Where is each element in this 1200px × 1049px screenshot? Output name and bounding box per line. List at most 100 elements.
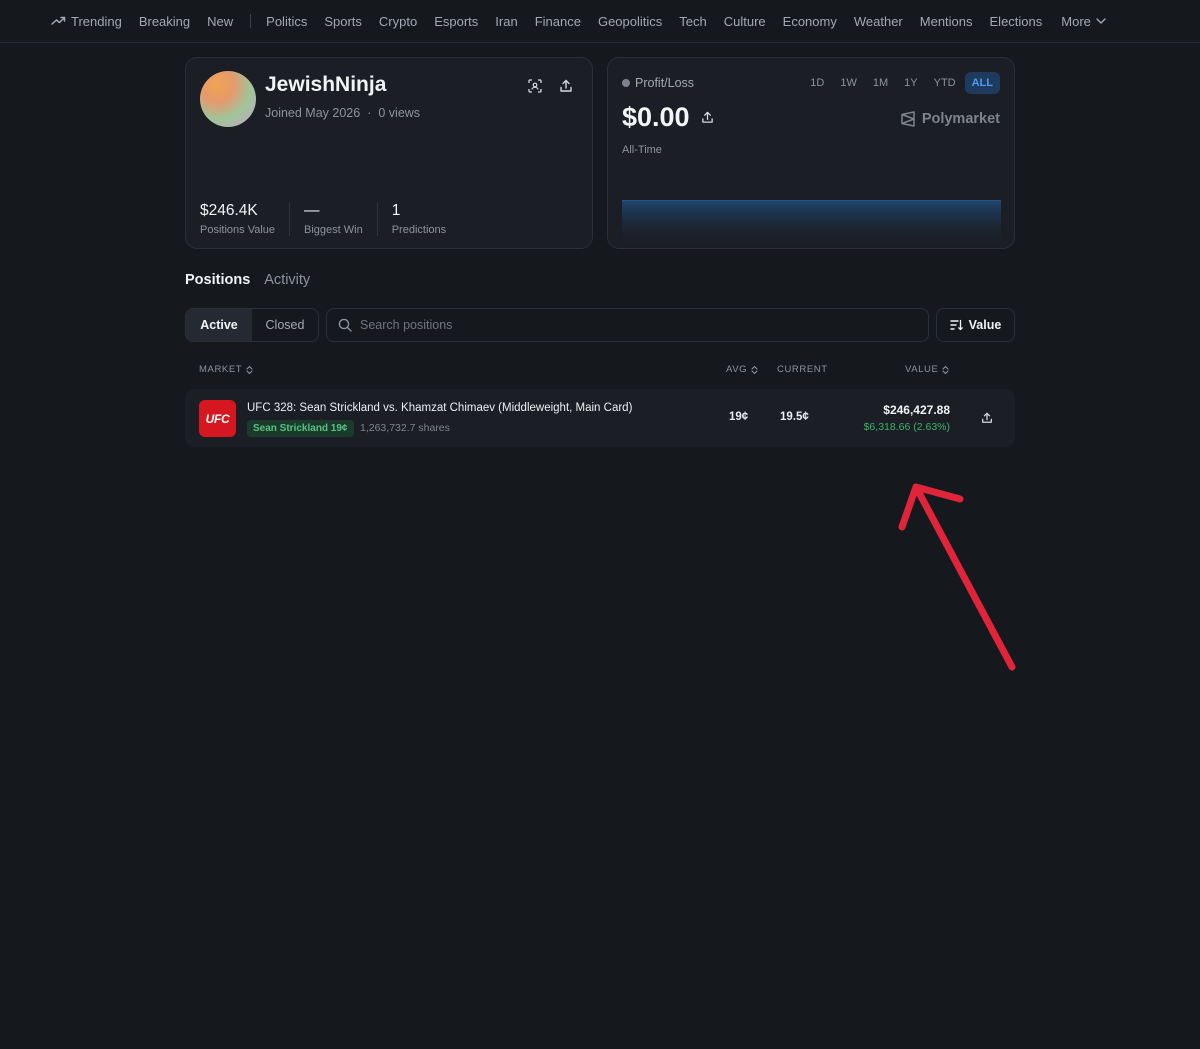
share-count: 1,263,732.7 shares [360, 422, 450, 434]
chevron-down-icon [1096, 18, 1106, 24]
nav-breaking-label: Breaking [138, 13, 191, 29]
avatar [200, 71, 256, 127]
status-dot-icon [622, 79, 630, 87]
nav-culture[interactable]: Culture [724, 14, 766, 29]
pnl-value: $0.00 [622, 102, 714, 133]
nav-sports-label: Sports [324, 13, 362, 29]
joined-date: Joined May 2026 [265, 106, 361, 120]
stat-positions-value: $246.4K Positions Value [200, 202, 291, 236]
share-icon[interactable] [557, 77, 575, 95]
nav-geopolitics[interactable]: Geopolitics [598, 14, 662, 29]
sort-arrows-icon [751, 365, 758, 374]
meta-separator: · [367, 106, 372, 120]
nav-economy[interactable]: Economy [783, 14, 837, 29]
sort-arrows-icon [246, 365, 253, 374]
range-all[interactable]: ALL [964, 72, 1000, 94]
market-title[interactable]: UFC 328: Sean Strickland vs. Khamzat Chi… [247, 402, 632, 414]
nav-tech-label: Tech [679, 13, 707, 29]
filter-active-button[interactable]: Active [186, 309, 252, 341]
nav-finance-label: Finance [534, 13, 581, 29]
column-header-label: MARKET [199, 364, 243, 375]
column-header-label: AVG [726, 364, 748, 375]
nav-breaking[interactable]: Breaking [139, 14, 190, 29]
avg-price: 19¢ [729, 411, 749, 423]
column-header-current: CURRENT [777, 364, 828, 375]
nav-mentions-label: Mentions [919, 13, 973, 29]
column-header-avg[interactable]: AVG [726, 364, 758, 375]
nav-trending[interactable]: Trending [51, 14, 122, 29]
table-row[interactable]: UFC UFC 328: Sean Strickland vs. Khamzat… [185, 389, 1015, 447]
nav-trending-label: Trending [71, 13, 122, 29]
range-1y[interactable]: 1Y [897, 72, 924, 94]
column-header-label: VALUE [905, 364, 939, 375]
nav-politics-label: Politics [266, 13, 308, 29]
nav-iran-label: Iran [495, 13, 518, 29]
nav-finance[interactable]: Finance [535, 14, 581, 29]
pnl-period: All-Time [622, 144, 662, 156]
profile-tabs: Positions Activity [185, 272, 324, 288]
range-selector: 1D 1W 1M 1Y YTD ALL [801, 72, 1000, 94]
column-header-label: CURRENT [777, 364, 828, 375]
pnl-chart-area [622, 200, 1001, 248]
nav-sports[interactable]: Sports [324, 14, 362, 29]
top-nav: Trending Breaking New Politics Sports Cr… [0, 0, 1200, 43]
column-header-value[interactable]: VALUE [905, 364, 950, 375]
pnl-title-label: Profit/Loss [635, 76, 695, 90]
trending-icon [51, 16, 66, 26]
pnl-chart [622, 200, 1001, 248]
profile-stats: $246.4K Positions Value — Biggest Win 1 … [200, 202, 474, 236]
position-gain: $6,318.66 (2.63%) [863, 421, 950, 433]
filter-closed-button[interactable]: Closed [252, 309, 318, 341]
share-icon[interactable] [701, 111, 714, 124]
range-ytd[interactable]: YTD [927, 72, 963, 94]
pnl-card: Profit/Loss 1D 1W 1M 1Y YTD ALL $0.00 Al… [607, 57, 1015, 249]
current-price: 19.5¢ [780, 411, 809, 423]
nav-weather-label: Weather [853, 13, 903, 29]
market-logo: UFC [199, 400, 236, 437]
stat-value: $246.4K [200, 202, 258, 219]
nav-economy-label: Economy [782, 13, 837, 29]
annotation-arrow-icon [898, 483, 1016, 671]
nav-esports[interactable]: Esports [434, 14, 478, 29]
range-1w[interactable]: 1W [833, 72, 864, 94]
nav-culture-label: Culture [723, 13, 766, 29]
stat-value: — [304, 202, 320, 219]
nav-politics[interactable]: Politics [266, 14, 307, 29]
stat-biggest-win: — Biggest Win [304, 202, 378, 236]
scan-icon[interactable] [526, 77, 544, 95]
view-count: 0 views [378, 106, 421, 120]
tab-positions[interactable]: Positions [185, 272, 250, 288]
nav-iran[interactable]: Iran [495, 14, 517, 29]
nav-divider [250, 14, 252, 28]
sort-icon [949, 319, 963, 331]
sort-label: Value [968, 318, 1002, 332]
nav-weather[interactable]: Weather [854, 14, 903, 29]
share-icon[interactable] [979, 410, 995, 426]
stat-value: 1 [391, 202, 401, 219]
nav-more-button[interactable]: More [1061, 14, 1106, 29]
search-input[interactable] [360, 318, 900, 332]
sort-button[interactable]: Value [936, 308, 1015, 342]
nav-esports-label: Esports [434, 13, 479, 29]
brand-label: Polymarket [921, 111, 1000, 127]
stat-label: Predictions [391, 224, 447, 236]
pnl-title: Profit/Loss [622, 76, 694, 90]
profile-meta: Joined May 2026 · 0 views [265, 106, 420, 120]
nav-more-label: More [1061, 13, 1091, 29]
range-1d[interactable]: 1D [803, 72, 831, 94]
tab-activity[interactable]: Activity [264, 272, 310, 288]
nav-crypto-label: Crypto [378, 13, 418, 29]
range-1m[interactable]: 1M [866, 72, 895, 94]
nav-geopolitics-label: Geopolitics [597, 13, 663, 29]
nav-crypto[interactable]: Crypto [379, 14, 417, 29]
sort-arrows-icon [942, 365, 950, 374]
nav-elections[interactable]: Elections [990, 14, 1043, 29]
nav-new[interactable]: New [207, 14, 233, 29]
column-header-market[interactable]: MARKET [199, 364, 253, 375]
stat-label: Positions Value [200, 224, 276, 236]
search-icon [338, 318, 352, 332]
outcome-badge: Sean Strickland 19¢ [247, 420, 354, 437]
nav-elections-label: Elections [989, 13, 1043, 29]
nav-tech[interactable]: Tech [679, 14, 706, 29]
nav-mentions[interactable]: Mentions [920, 14, 973, 29]
